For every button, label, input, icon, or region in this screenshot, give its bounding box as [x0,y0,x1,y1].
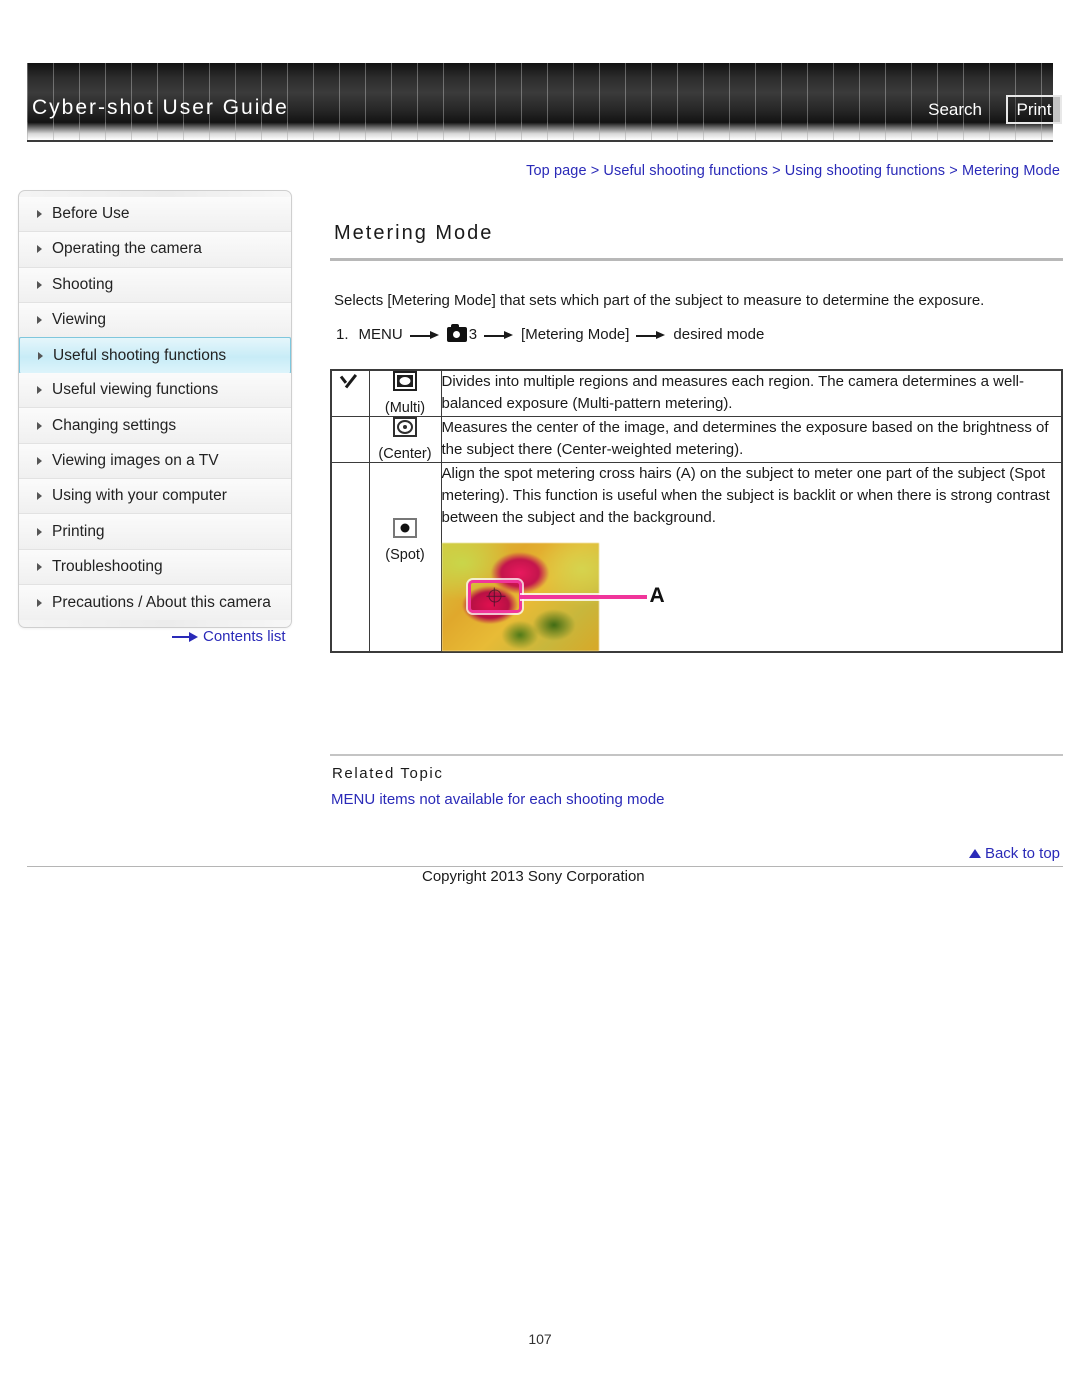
callout-leader-line [519,594,647,599]
triangle-up-icon [968,849,981,858]
header-divider [27,140,1053,142]
arrow-right-icon [636,329,666,341]
spot-metering-illustration: A [441,542,665,651]
mode-icon-label: (Center) [378,446,432,463]
footer-divider [27,866,1063,867]
sidebar-item-using-with-your-computer[interactable]: Using with your computer [19,479,291,515]
sidebar-item-printing[interactable]: Printing [19,514,291,550]
sidebar-item-viewing-images-on-a-tv[interactable]: Viewing images on a TV [19,443,291,480]
related-topic-link[interactable]: MENU items not available for each shooti… [331,791,665,808]
chevron-right-icon [37,456,42,465]
sidebar-item-shooting[interactable]: Shooting [19,267,291,303]
step-result: desired mode [673,326,765,344]
callout-label-a: A [649,583,665,607]
sidebar-navigation: Before Use Operating the camera Shooting… [18,190,292,629]
page-number: 107 [528,1331,552,1347]
header-banner-fade [27,122,1053,140]
sidebar-item-useful-viewing-functions[interactable]: Useful viewing functions [19,373,291,409]
chevron-right-icon [37,421,42,430]
sidebar-item-label: Precautions / About this camera [52,593,271,611]
sidebar-item-label: Using with your computer [52,487,227,505]
metering-center-icon [393,417,417,438]
intro-text: Selects [Metering Mode] that sets which … [334,292,985,309]
sidebar-item-label: Viewing [52,311,107,329]
mode-description-spot: Align the spot metering cross hairs (A) … [441,465,1050,527]
sidebar-item-label: Operating the camera [52,240,202,258]
default-check-cell [330,369,370,418]
mode-icon-cell-multi: (Multi) [368,369,442,418]
chevron-right-icon [37,598,42,607]
mode-description-center: Measures the center of the image, and de… [440,416,1063,464]
sidebar-item-useful-shooting-functions[interactable]: Useful shooting functions [19,337,291,375]
step-number: 1. [336,326,349,344]
check-icon [339,371,361,391]
related-topic-divider [330,754,1063,756]
back-to-top-label: Back to top [984,845,1060,862]
chevron-right-icon [37,562,42,571]
mode-icon-cell-center: (Center) [368,416,442,464]
sidebar-item-label: Printing [52,522,105,540]
arrow-right-icon [409,329,440,341]
step-menu-label: MENU [358,326,403,344]
sidebar-item-label: Troubleshooting [52,557,163,575]
chevron-right-icon [37,316,42,325]
sidebar-item-label: Viewing images on a TV [52,451,219,469]
sidebar-item-viewing[interactable]: Viewing [19,302,291,339]
mode-icon-label: (Spot) [385,546,425,563]
title-divider [330,258,1063,261]
sidebar-item-label: Changing settings [52,416,177,434]
sidebar-item-operating-the-camera[interactable]: Operating the camera [19,232,291,268]
default-check-cell [330,416,370,464]
chevron-right-icon [37,386,42,395]
chevron-right-icon [37,245,42,254]
arrow-right-icon [172,631,199,642]
search-button[interactable]: Search [928,100,982,120]
table-row: (Spot) Align the spot metering cross hai… [330,462,1063,653]
step-instruction: 1. MENU 3 [Metering Mode] desired mode [336,324,1063,344]
metering-spot-icon [393,517,417,538]
camera-icon [446,324,467,343]
sidebar-item-troubleshooting[interactable]: Troubleshooting [19,549,291,585]
step-target: [Metering Mode] [521,326,630,344]
page-title: Metering Mode [334,222,494,244]
sidebar-item-label: Shooting [52,275,114,293]
step-menu-number: 3 [468,326,478,344]
sidebar-item-label: Useful shooting functions [53,346,227,364]
arrow-right-icon [484,329,514,341]
contents-list-label: Contents list [203,628,286,645]
chevron-right-icon [37,280,42,289]
chevron-right-icon [37,527,42,536]
sidebar-item-label: Useful viewing functions [52,381,219,399]
sidebar-item-precautions-about-this-camera[interactable]: Precautions / About this camera [19,584,291,621]
contents-list-link[interactable]: Contents list [172,628,286,645]
back-to-top-link[interactable]: Back to top [968,845,1060,862]
metering-multi-icon [393,371,417,392]
chevron-right-icon [38,351,43,360]
print-button[interactable]: Print [1006,95,1062,124]
sidebar-item-changing-settings[interactable]: Changing settings [19,408,291,444]
spot-metering-frame [467,579,522,613]
chevron-right-icon [37,492,42,501]
table-row: (Center) Measures the center of the imag… [330,416,1063,464]
sidebar-item-before-use[interactable]: Before Use [19,197,291,233]
mode-icon-label: (Multi) [384,400,426,417]
breadcrumb[interactable]: Top page > Useful shooting functions > U… [526,163,1060,179]
copyright-text: Copyright 2013 Sony Corporation [422,868,645,885]
related-topic-heading: Related Topic [332,765,444,782]
default-check-cell [330,462,370,653]
mode-icon-cell-spot: (Spot) [368,462,442,653]
main-content: Metering Mode Selects [Metering Mode] th… [330,222,1063,653]
metering-mode-table: (Multi) Divides into multiple regions an… [330,369,1063,653]
cross-hairs-icon [488,589,501,603]
sidebar-item-label: Before Use [52,205,130,223]
mode-description-multi: Divides into multiple regions and measur… [440,369,1063,418]
table-row: (Multi) Divides into multiple regions an… [330,369,1063,418]
brand-title: Cyber-shot User Guide [32,96,289,119]
mode-description-spot-cell: Align the spot metering cross hairs (A) … [440,462,1063,653]
chevron-right-icon [37,210,42,219]
